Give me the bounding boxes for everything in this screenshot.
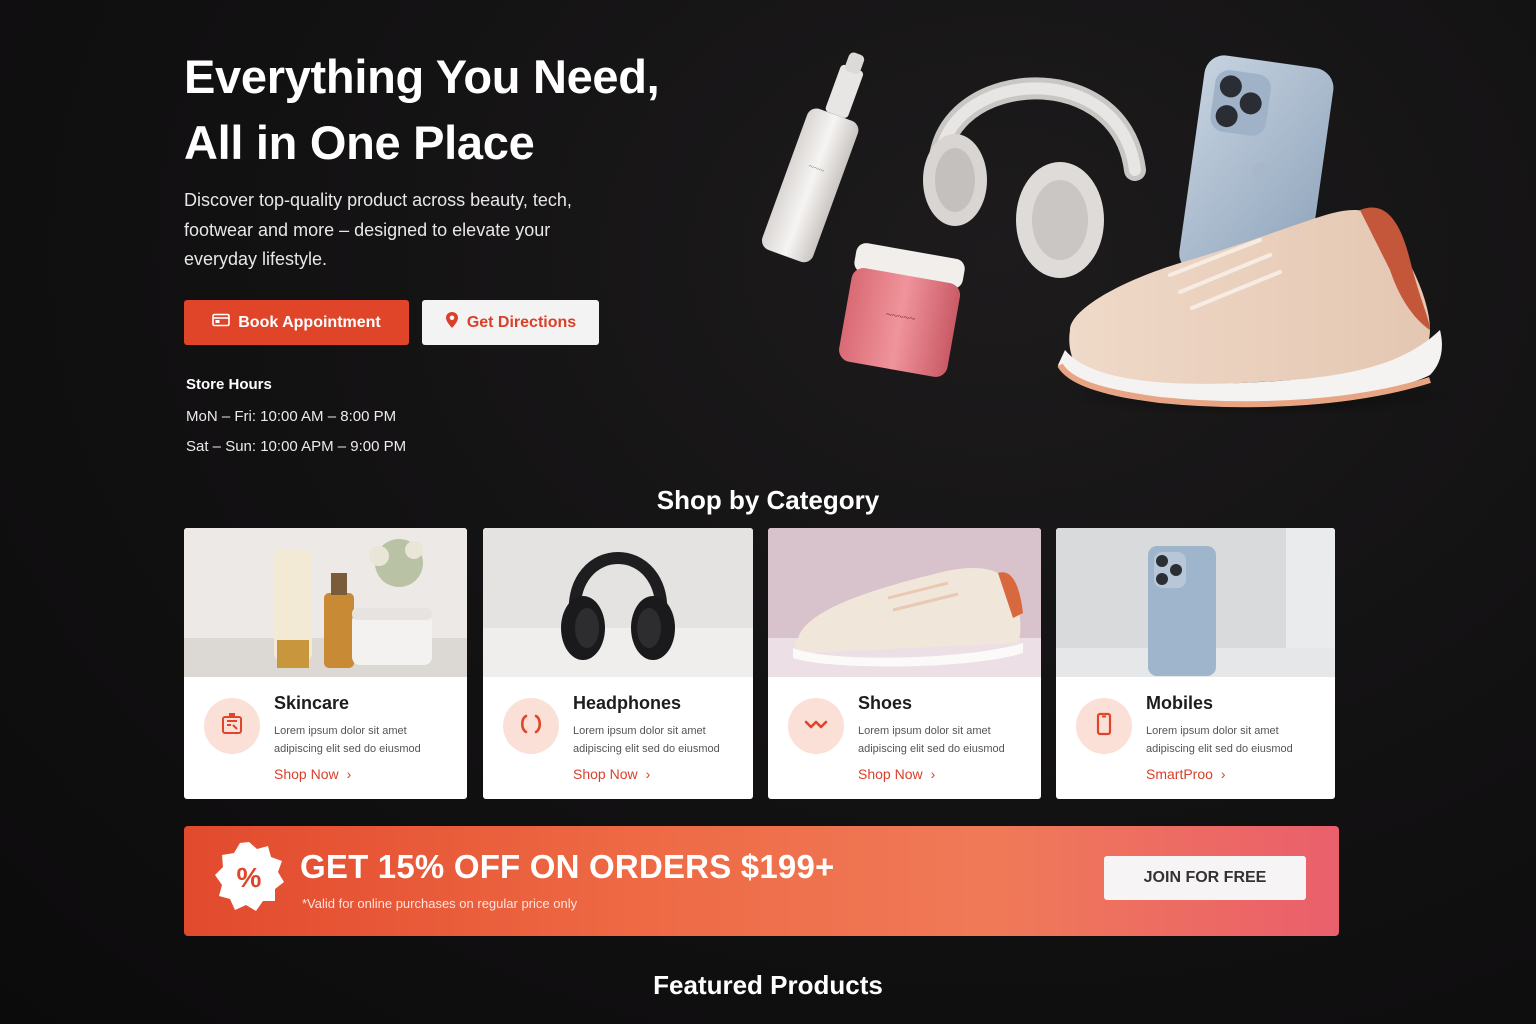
book-appointment-button[interactable]: Book Appointment: [184, 300, 409, 345]
shop-now-link[interactable]: Shop Now ›: [573, 766, 650, 782]
skincare-photo: [184, 528, 467, 677]
book-appointment-label: Book Appointment: [238, 313, 381, 331]
hero-title-line2: All in One Place: [184, 116, 535, 169]
shop-by-category-title: Shop by Category: [656, 485, 880, 515]
map-pin-icon: [445, 311, 459, 334]
hero-title: Everything You Need, All in One Place: [184, 44, 704, 176]
shop-now-link[interactable]: Shop Now ›: [858, 766, 935, 782]
category-name: Headphones: [573, 693, 682, 713]
category-description: Lorem ipsum dolor sit amet adipiscing el…: [858, 725, 1005, 755]
promo-banner: % GET 15% OFF ON ORDERS $199+ *Valid for…: [184, 826, 1339, 936]
join-for-free-button[interactable]: JOIN FOR FREE: [1104, 856, 1306, 900]
chevron-right-icon: ›: [1220, 766, 1226, 782]
category-icon-badge: [788, 698, 844, 754]
smartproo-link[interactable]: SmartProo ›: [1146, 766, 1226, 782]
store-hours-title: Store Hours: [186, 376, 272, 393]
hero-products-image: ~~~ ~~~~~: [761, 52, 1460, 417]
shop-now-link[interactable]: Shop Now ›: [274, 766, 351, 782]
headphones-photo: [483, 528, 753, 677]
svg-text:%: %: [237, 862, 262, 893]
category-icon-badge: [503, 698, 559, 754]
chevron-right-icon: ›: [930, 766, 936, 782]
headphones-icon: [517, 710, 545, 743]
category-card-headphones[interactable]: Headphones Lorem ipsum dolor sit amet ad…: [483, 528, 753, 799]
calendar-icon: [212, 313, 231, 332]
category-card-shoes[interactable]: Shoes Lorem ipsum dolor sit amet adipisc…: [768, 528, 1041, 799]
get-directions-label: Get Directions: [466, 313, 577, 331]
skincare-icon: [218, 710, 246, 743]
shop-now-label: Shop Now: [858, 766, 923, 782]
mobile-icon: [1090, 710, 1118, 743]
shop-now-label: Shop Now: [573, 766, 638, 782]
category-description: Lorem ipsum dolor sit amet adipiscing el…: [1146, 725, 1293, 755]
store-hours-weekend: Sat – Sun: 10:00 APM – 9:00 PM: [186, 438, 407, 455]
promo-headline: GET 15% OFF ON ORDERS $199+: [300, 848, 835, 885]
sneaker-illustration: [1057, 207, 1460, 417]
cream-jar-illustration: ~~~~~: [839, 243, 965, 377]
discount-badge-icon: %: [215, 842, 284, 911]
shoes-photo: [768, 528, 1041, 677]
get-directions-button[interactable]: Get Directions: [422, 300, 599, 345]
hero-title-line1: Everything You Need,: [184, 50, 660, 103]
category-icon-badge: [1076, 698, 1132, 754]
smartproo-label: SmartProo: [1146, 766, 1213, 782]
promo-note: *Valid for online purchases on regular p…: [302, 896, 578, 911]
category-description: Lorem ipsum dolor sit amet adipiscing el…: [274, 725, 421, 755]
category-name: Skincare: [274, 693, 350, 713]
serum-bottle-illustration: ~~~: [761, 52, 865, 263]
headphones-illustration: [923, 77, 1146, 278]
category-description: Lorem ipsum dolor sit amet adipiscing el…: [573, 725, 720, 755]
category-card-skincare[interactable]: Skincare Lorem ipsum dolor sit amet adip…: [184, 528, 467, 799]
store-hours-weekday: MoN – Fri: 10:00 AM – 8:00 PM: [186, 408, 397, 425]
mobiles-photo: [1056, 528, 1335, 677]
category-name: Mobiles: [1146, 693, 1214, 713]
hero-subtitle: Discover top-quality product across beau…: [184, 190, 572, 269]
chevron-right-icon: ›: [645, 766, 651, 782]
featured-products-title: Featured Products: [653, 970, 883, 1000]
category-name: Shoes: [858, 693, 913, 713]
category-card-mobiles[interactable]: Mobiles Lorem ipsum dolor sit amet adipi…: [1056, 528, 1335, 799]
shoes-icon: [802, 710, 830, 743]
category-icon-badge: [204, 698, 260, 754]
shop-now-label: Shop Now: [274, 766, 339, 782]
chevron-right-icon: ›: [346, 766, 352, 782]
